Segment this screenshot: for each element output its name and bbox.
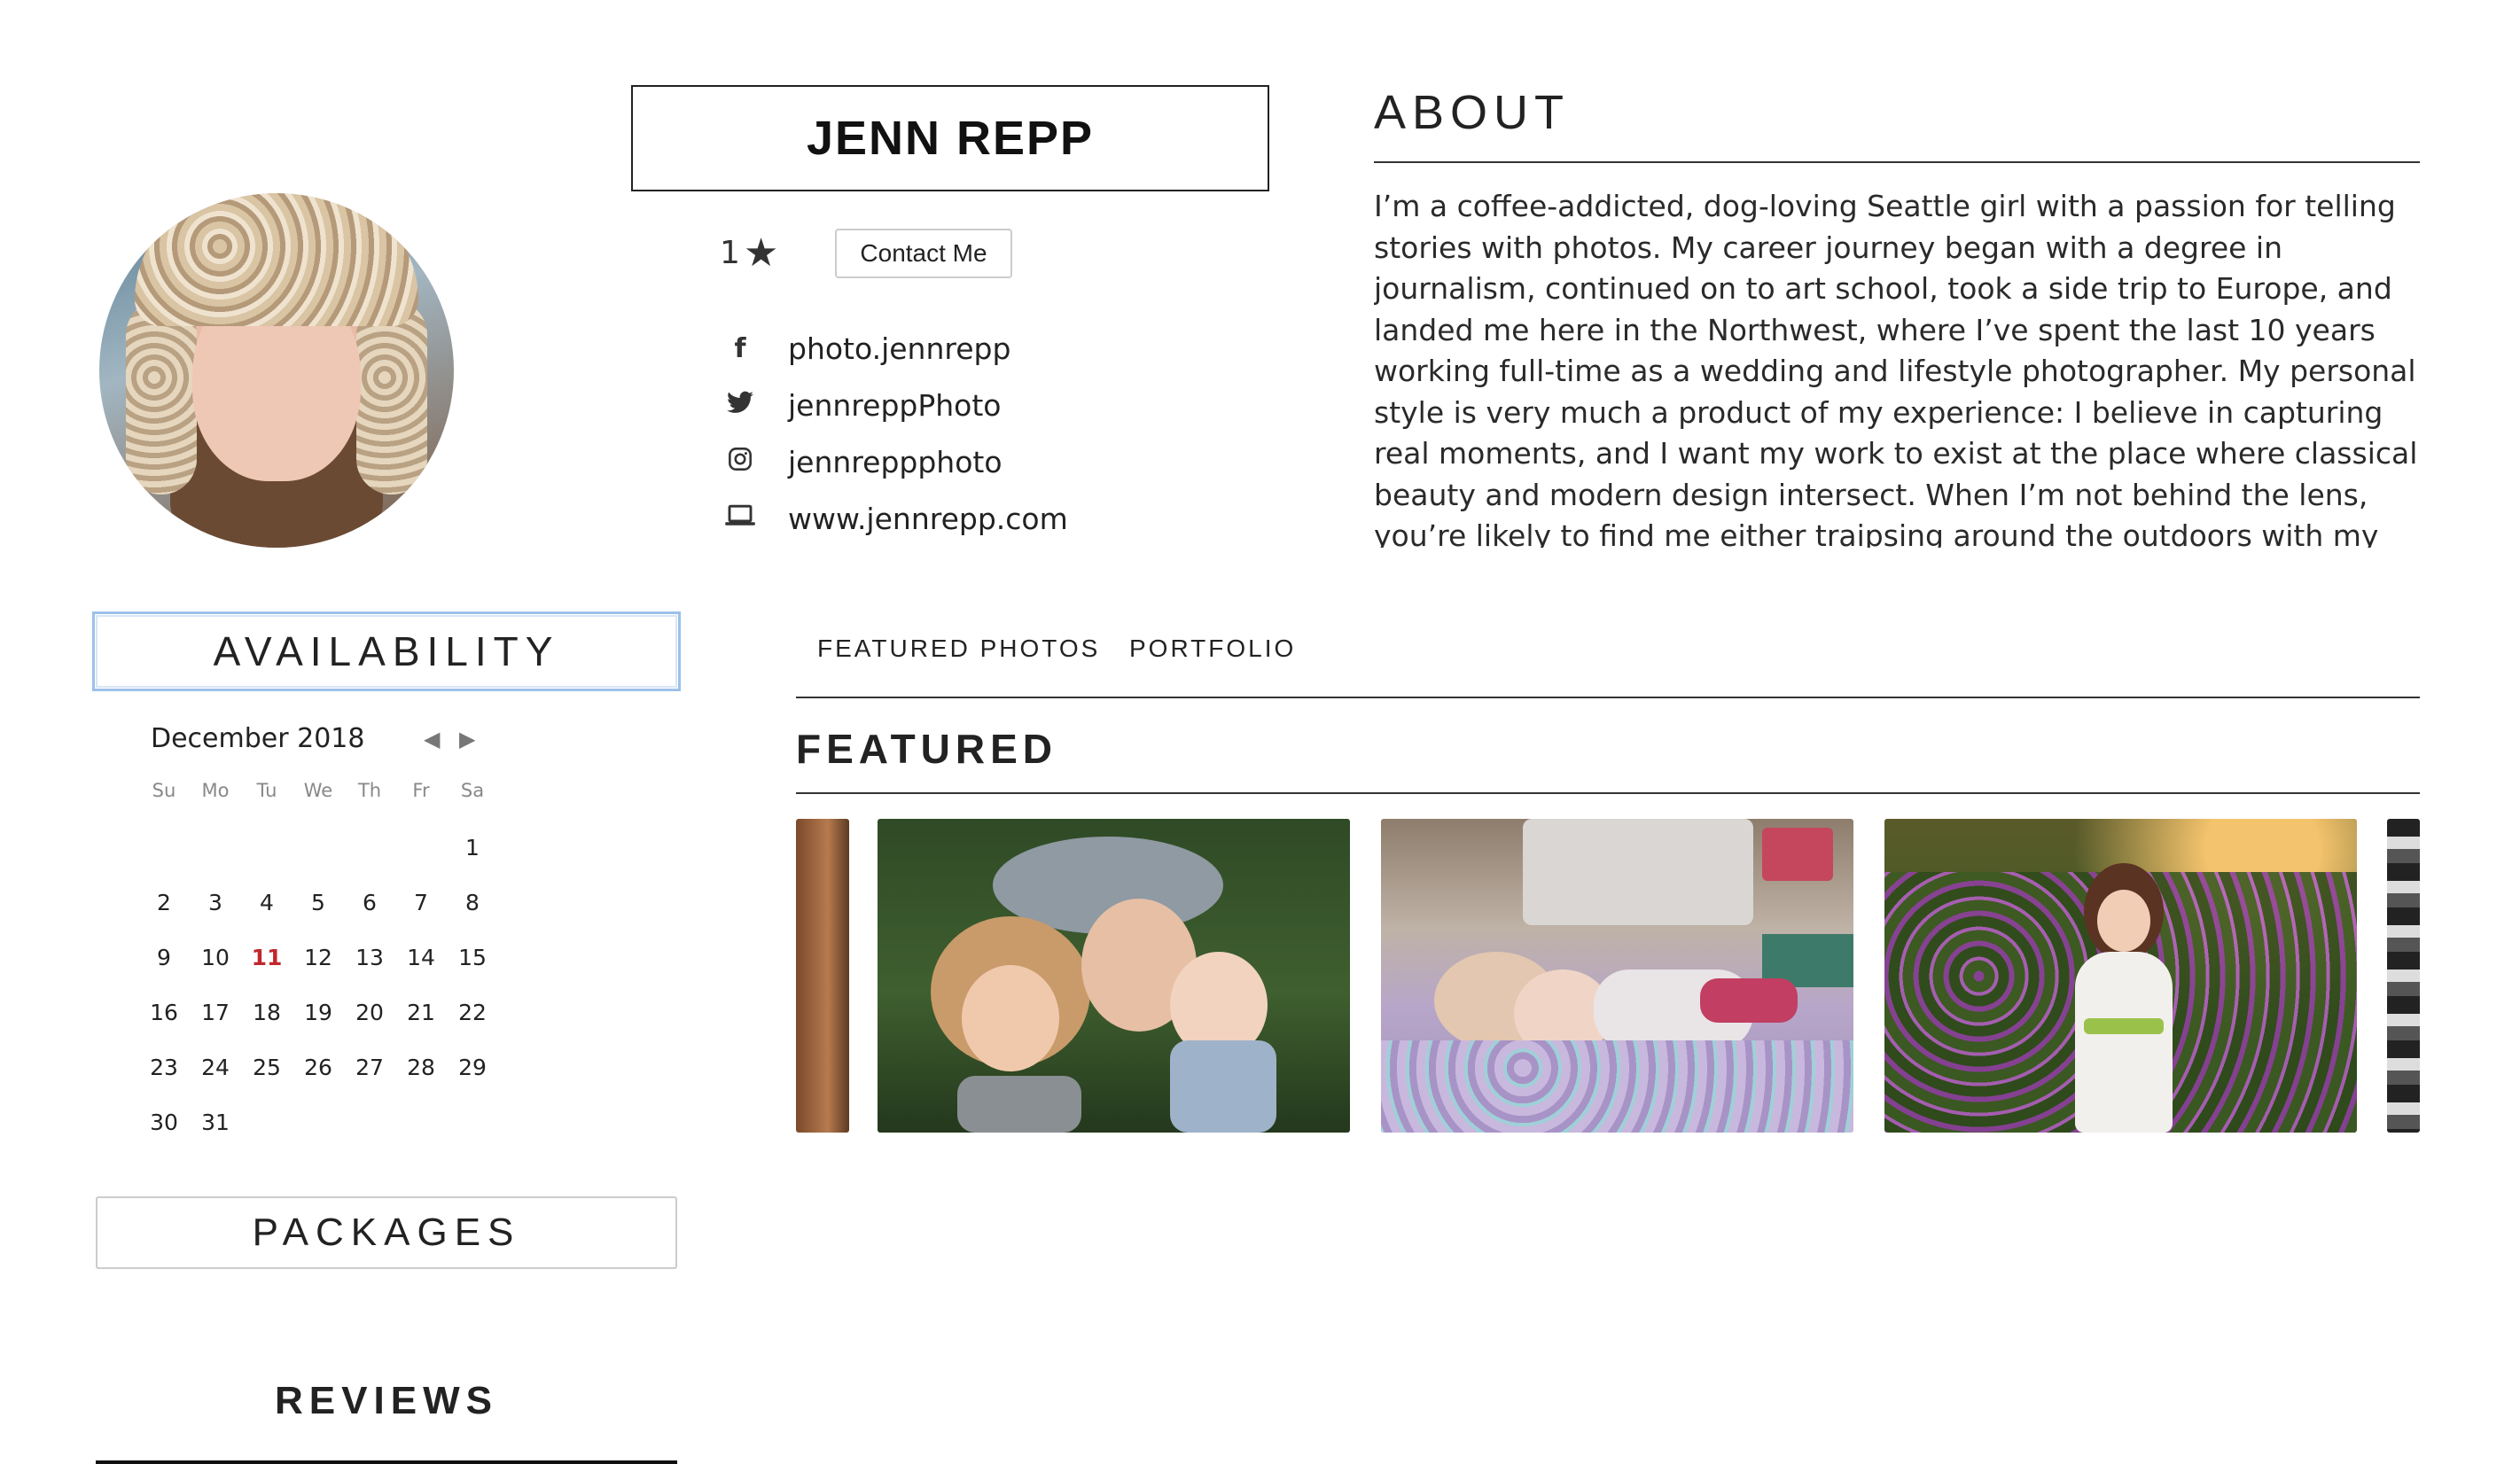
calendar-next-icon[interactable]: ▶ <box>459 727 475 751</box>
tab-portfolio[interactable]: PORTFOLIO <box>1129 635 1296 663</box>
calendar-day[interactable]: 9 <box>138 945 190 1000</box>
featured-photo-girl-in-flowers[interactable] <box>1884 819 2357 1133</box>
social-label: jennreppphoto <box>788 445 1003 479</box>
calendar-day[interactable]: 23 <box>138 1055 190 1110</box>
featured-photo-partial-left[interactable] <box>796 819 849 1133</box>
calendar-day[interactable]: 18 <box>241 1000 293 1055</box>
calendar-day[interactable]: 4 <box>241 890 293 945</box>
calendar-weekday: Su <box>152 780 176 801</box>
twitter-icon <box>722 390 758 421</box>
calendar-day[interactable]: 28 <box>395 1055 447 1110</box>
calendar-day[interactable]: 25 <box>241 1055 293 1110</box>
calendar-day[interactable]: 1 <box>447 835 498 890</box>
featured-photo-kids-on-grass[interactable] <box>878 819 1350 1133</box>
reviews-heading: REVIEWS <box>275 1379 498 1422</box>
contact-me-button[interactable]: Contact Me <box>835 229 1012 278</box>
star-icon: ★ <box>743 230 779 276</box>
profile-name: JENN REPP <box>806 112 1095 165</box>
calendar-empty-cell <box>138 835 190 890</box>
calendar-day[interactable]: 11 <box>241 945 293 1000</box>
calendar-day[interactable]: 17 <box>190 1000 241 1055</box>
calendar-day[interactable]: 6 <box>344 890 395 945</box>
featured-title: FEATURED <box>796 726 1058 772</box>
calendar-day[interactable]: 10 <box>190 945 241 1000</box>
calendar-day[interactable]: 27 <box>344 1055 395 1110</box>
social-label: photo.jennrepp <box>788 331 1011 366</box>
profile-avatar <box>99 193 454 548</box>
calendar-empty-cell <box>190 835 241 890</box>
calendar-empty-cell <box>241 835 293 890</box>
calendar-empty-cell <box>344 835 395 890</box>
social-label: www.jennrepp.com <box>788 502 1068 536</box>
calendar-day[interactable]: 8 <box>447 890 498 945</box>
calendar-day[interactable]: 15 <box>447 945 498 1000</box>
facebook-icon: f <box>734 333 746 364</box>
rating-count: 1 <box>720 235 740 271</box>
tabs-divider <box>796 697 2420 698</box>
about-text: I’m a coffee-addicted, dog-loving Seattl… <box>1374 189 2418 548</box>
calendar-empty-cell <box>395 835 447 890</box>
social-instagram[interactable]: jennreppphoto <box>722 445 1003 479</box>
calendar-empty-cell <box>293 835 344 890</box>
featured-photo-partial-right[interactable] <box>2387 819 2420 1133</box>
calendar-day[interactable]: 3 <box>190 890 241 945</box>
calendar-weekday: Mo <box>201 780 230 801</box>
calendar-weekday: Fr <box>412 780 430 801</box>
calendar-day[interactable]: 29 <box>447 1055 498 1110</box>
calendar-day[interactable]: 5 <box>293 890 344 945</box>
calendar-day[interactable]: 21 <box>395 1000 447 1055</box>
tab-featured-photos[interactable]: FEATURED PHOTOS <box>817 635 1100 663</box>
calendar-day[interactable]: 24 <box>190 1055 241 1110</box>
featured-photo-baby-on-bed[interactable] <box>1381 819 1853 1133</box>
featured-divider <box>796 792 2420 794</box>
packages-button[interactable]: PACKAGES <box>96 1196 677 1269</box>
calendar-prev-icon[interactable]: ◀ <box>424 727 440 751</box>
calendar-day[interactable]: 2 <box>138 890 190 945</box>
about-divider <box>1374 161 2420 163</box>
about-title: ABOUT <box>1374 86 1571 139</box>
calendar-day[interactable]: 14 <box>395 945 447 1000</box>
rating: 1 ★ <box>720 230 778 276</box>
laptop-icon <box>722 503 758 535</box>
calendar-day[interactable]: 16 <box>138 1000 190 1055</box>
availability-button[interactable]: AVAILABILITY <box>92 611 681 691</box>
instagram-icon <box>722 447 758 479</box>
calendar-day[interactable]: 13 <box>344 945 395 1000</box>
calendar-weekday: Th <box>357 780 382 801</box>
calendar-grid: Su Mo Tu We Th Fr Sa 1 2 3 4 5 6 7 8 9 10 11 12 13 14 15 16 17 1… <box>138 780 502 1164</box>
calendar-day[interactable]: 19 <box>293 1000 344 1055</box>
profile-name-box: JENN REPP <box>631 85 1269 191</box>
calendar-weekday: Tu <box>256 780 277 801</box>
calendar-day[interactable]: 20 <box>344 1000 395 1055</box>
calendar-day[interactable]: 26 <box>293 1055 344 1110</box>
calendar-day[interactable]: 7 <box>395 890 447 945</box>
social-label: jennreppPhoto <box>788 388 1002 423</box>
calendar-day[interactable]: 31 <box>190 1110 241 1164</box>
reviews-divider <box>96 1460 677 1464</box>
calendar-month: December 2018 <box>151 723 365 754</box>
social-website[interactable]: www.jennrepp.com <box>722 502 1068 536</box>
calendar-day[interactable]: 30 <box>138 1110 190 1164</box>
calendar-weekday: Sa <box>460 780 485 801</box>
calendar-day[interactable]: 22 <box>447 1000 498 1055</box>
calendar-day[interactable]: 12 <box>293 945 344 1000</box>
social-twitter[interactable]: jennreppPhoto <box>722 388 1001 423</box>
calendar-weekday: We <box>303 780 333 801</box>
social-facebook[interactable]: f photo.jennrepp <box>722 331 1010 366</box>
